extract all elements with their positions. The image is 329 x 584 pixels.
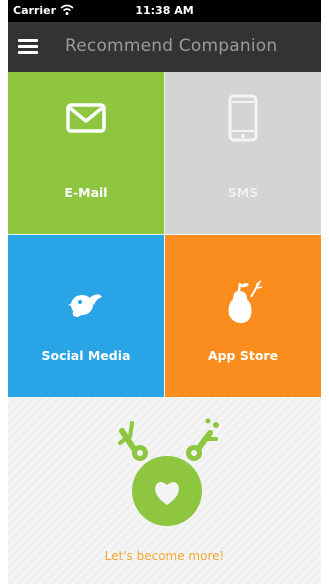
sms-tile-label: SMS	[227, 185, 259, 200]
hamburger-menu-icon[interactable]	[18, 37, 38, 57]
smartphone-icon	[228, 94, 258, 142]
envelope-icon	[66, 103, 106, 133]
status-time: 11:38 AM	[135, 4, 194, 17]
app-store-tile-label: App Store	[207, 348, 279, 363]
nav-bar: Recommend Companion	[8, 22, 321, 72]
twitter-bird-icon	[68, 294, 102, 317]
monster-mascot-icon	[118, 418, 219, 526]
promo-text: Let's become more!	[104, 549, 225, 563]
social-media-tile-label: Social Media	[41, 348, 131, 363]
app-store-tile-button[interactable]: App Store	[165, 235, 321, 397]
app-screen: Carrier 11:38 AM Recommend Companion E-M…	[8, 0, 321, 584]
email-tile-label: E-Mail	[64, 185, 108, 200]
pear-icon	[228, 280, 263, 323]
social-media-tile-button[interactable]: Social Media	[8, 235, 164, 397]
email-tile-button[interactable]: E-Mail	[8, 72, 164, 234]
promo-area: Let's become more!	[8, 397, 321, 584]
sms-tile-button[interactable]: SMS	[165, 72, 321, 234]
status-bar: Carrier 11:38 AM	[8, 0, 321, 22]
page-title: Recommend Companion	[65, 36, 278, 56]
